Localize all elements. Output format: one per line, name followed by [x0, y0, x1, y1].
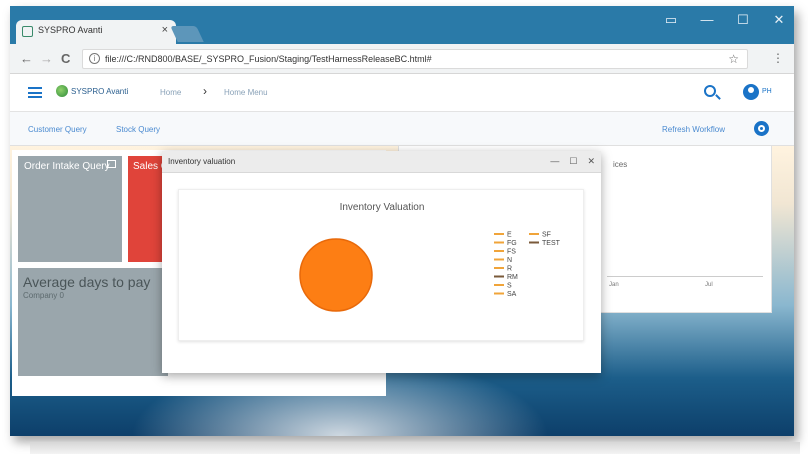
back-icon[interactable]: ← [20, 51, 33, 66]
inventory-window-controls: — ☐ ✕ [550, 156, 595, 167]
tab-favicon-icon [22, 26, 33, 37]
browser-tab[interactable]: SYSPRO Avanti × [16, 20, 176, 44]
forward-icon[interactable]: → [40, 51, 53, 66]
bookmark-star-icon[interactable]: ☆ [728, 52, 739, 66]
average-days-company: Company 0 [23, 291, 64, 300]
legend-item-r[interactable]: R [507, 266, 512, 273]
legend-item-fg[interactable]: FG [507, 240, 517, 247]
tile-expand-icon[interactable] [107, 160, 116, 168]
browser-menu-icon[interactable]: ⋮ [772, 51, 784, 65]
order-intake-label: Order Intake Query [24, 161, 110, 172]
logo-mark-icon [56, 85, 68, 97]
legend-item-e[interactable]: E [507, 232, 512, 239]
inventory-window-title: Inventory valuation [168, 157, 236, 166]
tab-close-icon[interactable]: × [162, 24, 168, 36]
minimize-icon[interactable]: — [550, 156, 559, 167]
app-header: SYSPRO Avanti Home › Home Menu PH [10, 74, 794, 112]
logo-text: SYSPRO Avanti [71, 86, 129, 96]
search-icon[interactable] [704, 85, 716, 97]
url-input[interactable]: i file:///C:/RND800/BASE/_SYSPRO_Fusion/… [82, 49, 748, 69]
background-tick-label: Jan [609, 282, 619, 288]
average-days-tile[interactable]: Average days to pay Company 0 [18, 268, 168, 376]
legend-item-fs[interactable]: FS [507, 249, 516, 256]
background-chart-axis [607, 276, 763, 277]
pie-slice-fg[interactable] [299, 238, 373, 312]
gear-icon[interactable] [754, 121, 769, 136]
maximize-icon[interactable]: ☐ [569, 156, 577, 167]
hamburger-menu-icon[interactable] [28, 87, 42, 98]
breadcrumb-current[interactable]: Home Menu [224, 88, 268, 97]
window-controls: ▭ — ☐ ✕ [664, 12, 786, 28]
sub-navigation: Customer Query Stock Query Refresh Workf… [10, 112, 794, 146]
background-tick-label: Jul [705, 282, 713, 288]
inventory-valuation-window[interactable]: Inventory valuation — ☐ ✕ Inventory Valu… [162, 151, 601, 373]
user-account-icon[interactable] [743, 84, 759, 100]
site-info-icon[interactable]: i [89, 53, 100, 64]
window-reflection [30, 442, 800, 454]
app-logo[interactable]: SYSPRO Avanti [56, 85, 128, 97]
legend-item-sf[interactable]: SF [542, 232, 551, 239]
browser-titlebar: SYSPRO Avanti × ▭ — ☐ ✕ [10, 6, 794, 44]
background-panel-title: ices [613, 160, 628, 169]
user-name[interactable]: PH [762, 88, 772, 95]
inventory-pie-chart: EFG FSNRRM SSA SFTEST [299, 232, 561, 312]
inventory-window-titlebar[interactable]: Inventory valuation — ☐ ✕ [162, 151, 601, 173]
address-bar: ← → C i file:///C:/RND800/BASE/_SYSPRO_F… [10, 44, 794, 74]
tab-title: SYSPRO Avanti [38, 25, 103, 35]
close-window-icon[interactable]: ✕ [772, 12, 786, 28]
window-user-icon[interactable]: ▭ [664, 12, 678, 28]
order-intake-tile[interactable]: Order Intake Query [18, 156, 122, 262]
legend-item-s[interactable]: S [507, 283, 512, 290]
chevron-right-icon: › [203, 84, 207, 98]
breadcrumb-home[interactable]: Home [160, 88, 181, 97]
reload-icon[interactable]: C [61, 51, 70, 66]
legend-item-sa[interactable]: SA [507, 291, 517, 298]
inventory-chart-card: Inventory Valuation E FG FS N R RM S SA SF TEST [178, 189, 584, 341]
minimize-window-icon[interactable]: — [700, 12, 714, 28]
average-days-label: Average days to pay [23, 274, 151, 290]
stock-query-link[interactable]: Stock Query [116, 125, 160, 134]
customer-query-link[interactable]: Customer Query [28, 125, 87, 134]
legend-item-rm[interactable]: RM [507, 274, 518, 281]
url-text: file:///C:/RND800/BASE/_SYSPRO_Fusion/St… [105, 54, 432, 64]
legend-item-test[interactable]: TEST [542, 240, 561, 247]
maximize-window-icon[interactable]: ☐ [736, 12, 750, 28]
refresh-workflow-link[interactable]: Refresh Workflow [662, 125, 725, 134]
close-icon[interactable]: ✕ [587, 156, 595, 167]
legend-item-n[interactable]: N [507, 257, 512, 264]
